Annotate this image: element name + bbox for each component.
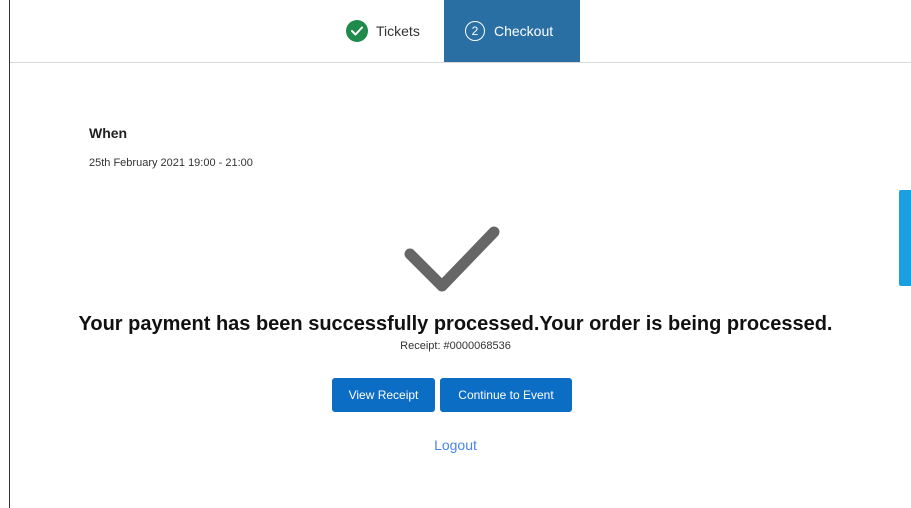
view-receipt-button[interactable]: View Receipt: [332, 378, 435, 412]
tab-checkout-label: Checkout: [494, 23, 554, 39]
tab-tickets[interactable]: Tickets: [346, 0, 442, 62]
checkmark-icon: [402, 224, 500, 301]
when-label: When: [89, 125, 128, 141]
checkout-steps-bar: Tickets 2 Checkout: [10, 0, 911, 63]
event-datetime: 25th February 2021 19:00 - 21:00: [89, 157, 253, 169]
receipt-number: Receipt: #0000068536: [400, 340, 511, 352]
side-panel-tab[interactable]: [899, 190, 911, 286]
window-border: [9, 0, 10, 508]
logout-link[interactable]: Logout: [0, 437, 911, 453]
tab-tickets-label: Tickets: [376, 23, 420, 39]
check-circle-icon: [346, 20, 368, 42]
step-number-badge: 2: [465, 21, 485, 41]
continue-to-event-button[interactable]: Continue to Event: [440, 378, 572, 412]
success-message: Your payment has been successfully proce…: [78, 313, 833, 335]
tab-checkout[interactable]: 2 Checkout: [444, 0, 580, 62]
